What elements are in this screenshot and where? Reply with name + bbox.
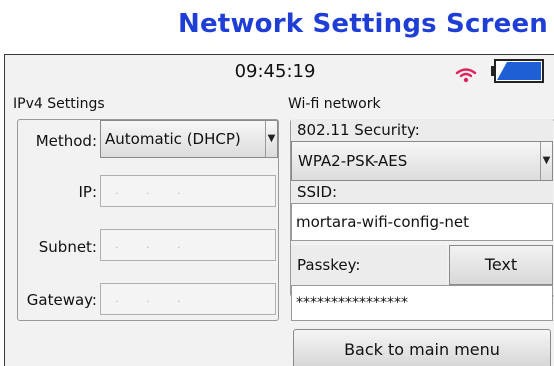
method-select[interactable]: Automatic (DHCP) ▼ [100, 120, 278, 158]
back-to-main-menu-button[interactable]: Back to main menu [293, 329, 551, 366]
wifi-icon [455, 67, 477, 83]
ip-label: IP: [78, 183, 97, 201]
page-title: Network Settings Screen [178, 9, 548, 39]
gateway-label: Gateway: [26, 291, 97, 309]
passkey-text-toggle-button[interactable]: Text [449, 245, 553, 285]
ssid-field[interactable]: mortara-wifi-config-net [291, 203, 553, 241]
chevron-down-icon: ▼ [540, 142, 552, 180]
wifi-section-label: Wi-fi network [288, 96, 381, 112]
passkey-field[interactable]: **************** [291, 285, 553, 321]
battery-icon [491, 59, 545, 83]
device-screen: 09:45:19 IPv4 Settings Method: Automatic… [4, 54, 554, 366]
ipv4-section-label: IPv4 Settings [13, 96, 105, 112]
method-select-value: Automatic (DHCP) [105, 130, 241, 148]
method-label: Method: [35, 132, 97, 150]
ssid-label: SSID: [291, 181, 553, 203]
security-select-value: WPA2-PSK-AES [298, 152, 408, 170]
security-label: 802.11 Security: [291, 119, 553, 141]
subnet-field[interactable]: . . . [100, 229, 276, 261]
passkey-label: Passkey: [291, 245, 447, 285]
ip-field[interactable]: . . . [100, 175, 276, 207]
gateway-field[interactable]: . . . [100, 283, 276, 315]
security-select[interactable]: WPA2-PSK-AES ▼ [291, 141, 553, 181]
subnet-label: Subnet: [38, 238, 97, 256]
chevron-down-icon: ▼ [265, 121, 277, 157]
